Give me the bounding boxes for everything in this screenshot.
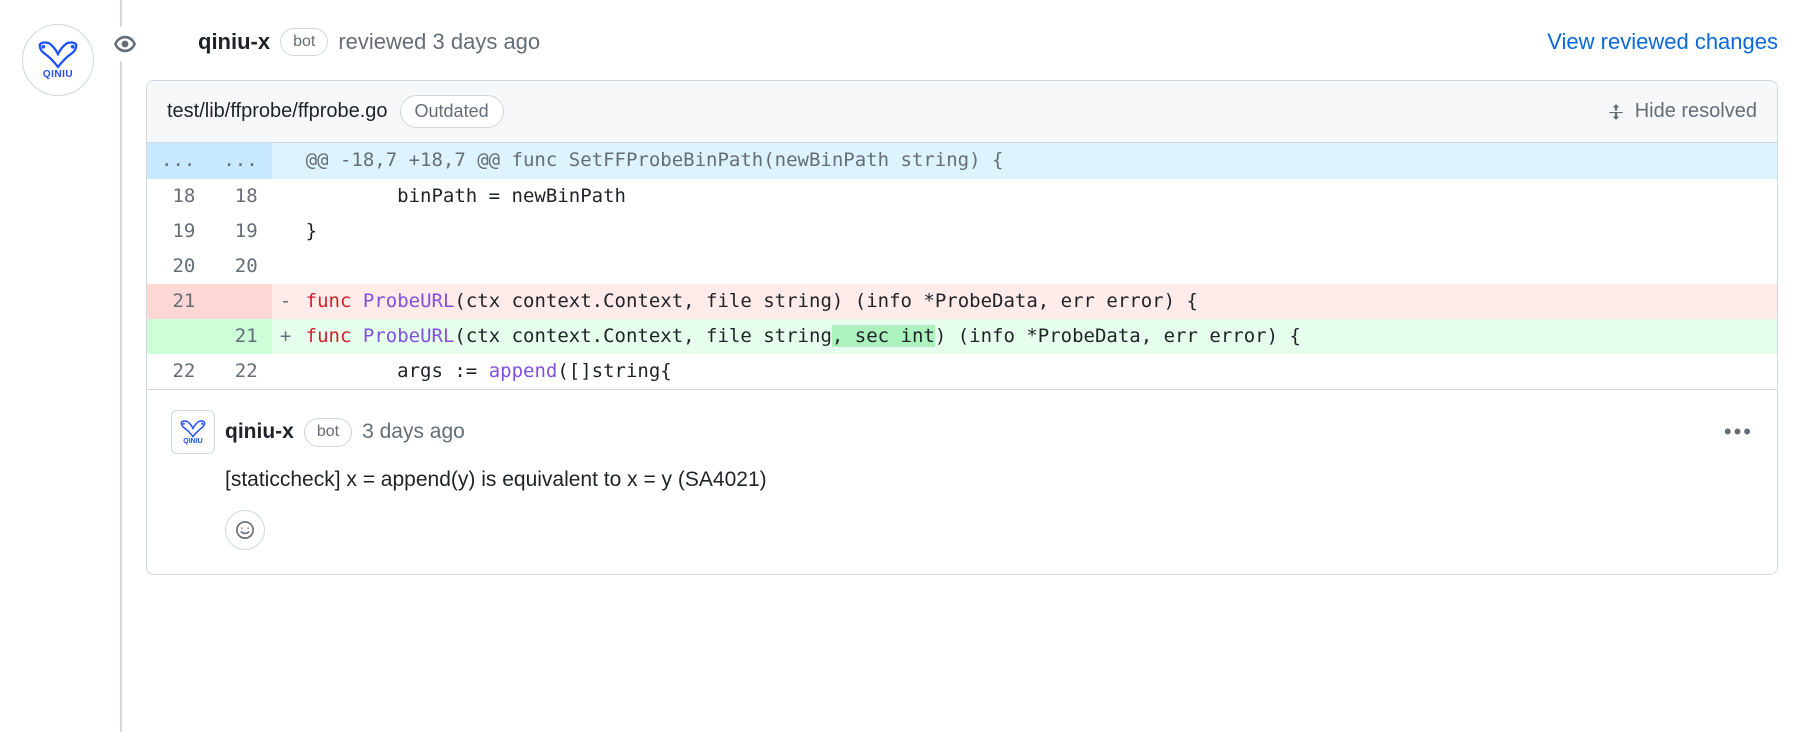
file-path[interactable]: test/lib/ffprobe/ffprobe.go <box>167 100 388 123</box>
comment-time[interactable]: 3 days ago <box>362 420 465 444</box>
timeline-line <box>120 0 122 732</box>
line-marker <box>272 354 300 389</box>
hide-resolved-button[interactable]: Hide resolved <box>1607 100 1757 123</box>
line-code <box>300 249 1777 284</box>
diff-line: 1818 binPath = newBinPath <box>147 179 1777 214</box>
review-card: test/lib/ffprobe/ffprobe.go Outdated Hid… <box>146 80 1778 575</box>
line-num-new[interactable]: 21 <box>209 319 271 354</box>
line-code: func ProbeURL(ctx context.Context, file … <box>300 319 1777 354</box>
view-reviewed-changes-link[interactable]: View reviewed changes <box>1547 29 1778 55</box>
diff-hunk-header[interactable]: ...... @@ -18,7 +18,7 @@ func SetFFProbeB… <box>147 143 1777 178</box>
line-num-old[interactable]: 20 <box>147 249 209 284</box>
diff-line: 2020 <box>147 249 1777 284</box>
review-comment: QINIU qiniu-x bot 3 days ago ••• [static… <box>147 389 1777 574</box>
line-num-old[interactable]: 22 <box>147 354 209 389</box>
line-num-new[interactable] <box>209 284 271 319</box>
line-marker: + <box>272 319 300 354</box>
hide-resolved-label: Hide resolved <box>1635 100 1757 123</box>
avatar-label: QINIU <box>43 69 73 80</box>
line-code: func ProbeURL(ctx context.Context, file … <box>300 284 1777 319</box>
review-action-text: reviewed 3 days ago <box>338 29 540 55</box>
qiniu-logo-icon <box>36 41 80 69</box>
avatar-label-small: QINIU <box>183 438 202 445</box>
unfold-icon <box>1607 103 1625 121</box>
file-header: test/lib/ffprobe/ffprobe.go Outdated Hid… <box>147 81 1777 143</box>
line-num-new[interactable]: 22 <box>209 354 271 389</box>
line-num-old[interactable]: 21 <box>147 284 209 319</box>
line-marker <box>272 249 300 284</box>
qiniu-logo-icon <box>179 420 207 438</box>
review-header: qiniu-x bot reviewed 3 days ago View rev… <box>146 20 1778 56</box>
comment-author[interactable]: qiniu-x <box>225 420 294 444</box>
diff-line: 1919 } <box>147 214 1777 249</box>
reviewer-name[interactable]: qiniu-x <box>198 29 270 55</box>
line-num-new[interactable]: 18 <box>209 179 271 214</box>
comment-menu-button[interactable]: ••• <box>1724 419 1753 445</box>
review-time[interactable]: 3 days ago <box>433 29 541 54</box>
smiley-icon <box>235 520 255 540</box>
line-code: binPath = newBinPath <box>300 179 1777 214</box>
add-reaction-button[interactable] <box>225 510 265 550</box>
line-num-old[interactable] <box>147 319 209 354</box>
line-num-old[interactable]: 19 <box>147 214 209 249</box>
diff-line: 21+func ProbeURL(ctx context.Context, fi… <box>147 319 1777 354</box>
line-marker <box>272 179 300 214</box>
line-num-new: ... <box>209 143 271 178</box>
diff-line: 2222 args := append([]string{ <box>147 354 1777 389</box>
line-num-new[interactable]: 19 <box>209 214 271 249</box>
comment-avatar[interactable]: QINIU <box>171 410 215 454</box>
bot-badge: bot <box>280 28 328 56</box>
bot-badge: bot <box>304 418 352 446</box>
diff-table: ...... @@ -18,7 +18,7 @@ func SetFFProbeB… <box>147 143 1777 389</box>
line-marker: - <box>272 284 300 319</box>
line-marker <box>272 214 300 249</box>
comment-body: [staticcheck] x = append(y) is equivalen… <box>225 468 1753 492</box>
review-eye-icon <box>107 26 143 62</box>
line-num-old[interactable]: 18 <box>147 179 209 214</box>
line-num-old: ... <box>147 143 209 178</box>
reviewer-avatar[interactable]: QINIU <box>22 24 94 96</box>
line-num-new[interactable]: 20 <box>209 249 271 284</box>
line-code: args := append([]string{ <box>300 354 1777 389</box>
outdated-badge: Outdated <box>400 95 504 128</box>
line-code: } <box>300 214 1777 249</box>
diff-line: 21 -func ProbeURL(ctx context.Context, fi… <box>147 284 1777 319</box>
hunk-text: @@ -18,7 +18,7 @@ func SetFFProbeBinPath… <box>300 143 1777 178</box>
